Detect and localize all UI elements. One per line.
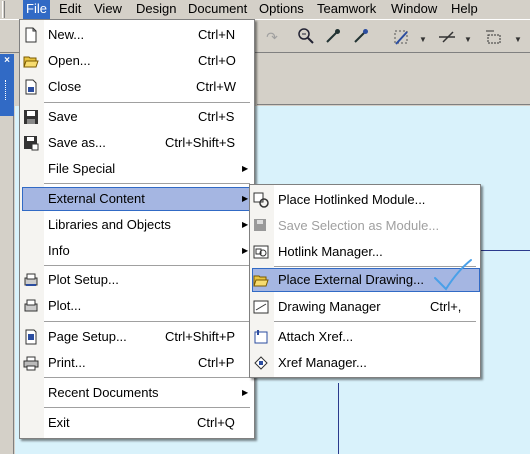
chevron-right-icon: ▶ — [242, 164, 249, 173]
menu-item-save-selection-as-module[interactable]: Save Selection as Module... — [252, 214, 480, 238]
menu-separator — [44, 407, 250, 408]
chevron-down-icon[interactable]: ▼ — [413, 27, 433, 47]
page-setup-icon — [23, 329, 39, 345]
close-document-icon — [23, 79, 39, 95]
menu-view[interactable]: View — [91, 0, 125, 19]
menu-item-file-special[interactable]: File Special ▶ — [22, 157, 254, 181]
menu-separator — [274, 321, 476, 322]
drawing-line — [338, 383, 339, 454]
menu-teamwork[interactable]: Teamwork — [314, 0, 379, 19]
menu-window[interactable]: Window — [388, 0, 440, 19]
plot-icon — [23, 298, 39, 314]
eyedropper-icon[interactable] — [323, 27, 343, 47]
open-folder-icon — [23, 53, 39, 69]
magic-wand-icon[interactable] — [392, 27, 412, 47]
menu-item-close[interactable]: Close Ctrl+W — [22, 75, 254, 99]
save-as-icon — [23, 135, 39, 151]
menu-item-plot-setup[interactable]: Plot Setup... — [22, 268, 254, 292]
attach-xref-icon — [253, 329, 269, 345]
file-menu: New... Ctrl+N Open... Ctrl+O Close Ctrl+… — [19, 19, 255, 439]
plot-setup-icon — [23, 272, 39, 288]
menu-help[interactable]: Help — [448, 0, 481, 19]
menu-separator — [44, 321, 250, 322]
redo-icon[interactable]: ↷ — [262, 27, 282, 47]
save-module-icon — [253, 218, 269, 234]
hotlink-module-icon — [253, 192, 269, 208]
menu-item-exit[interactable]: Exit Ctrl+Q — [22, 411, 254, 435]
print-icon — [23, 355, 39, 371]
inject-icon[interactable] — [351, 27, 371, 47]
menu-item-plot[interactable]: Plot... — [22, 294, 254, 318]
chevron-right-icon: ▶ — [242, 388, 249, 397]
menu-edit[interactable]: Edit — [56, 0, 84, 19]
elevation-icon[interactable] — [484, 27, 504, 47]
open-folder-icon — [253, 272, 269, 288]
new-document-icon — [23, 27, 39, 43]
menu-bar: File Edit View Design Document Options T… — [0, 0, 530, 19]
chevron-right-icon: ▶ — [242, 194, 249, 203]
menu-item-info[interactable]: Info ▶ — [22, 239, 254, 263]
menubar-grip[interactable] — [2, 1, 5, 18]
menu-item-external-content[interactable]: External Content ▶ — [22, 187, 254, 211]
save-icon — [23, 109, 39, 125]
menu-item-place-hotlinked-module[interactable]: Place Hotlinked Module... — [252, 188, 480, 212]
menu-document[interactable]: Document — [185, 0, 250, 19]
menu-file[interactable]: File — [23, 0, 50, 19]
menu-options[interactable]: Options — [256, 0, 307, 19]
menu-item-page-setup[interactable]: Page Setup... Ctrl+Shift+P — [22, 325, 254, 349]
drawing-manager-icon — [253, 299, 269, 315]
menu-item-print[interactable]: Print... Ctrl+P — [22, 351, 254, 375]
menu-item-xref-manager[interactable]: Xref Manager... — [252, 351, 480, 375]
menu-item-recent-documents[interactable]: Recent Documents ▶ — [22, 381, 254, 405]
menu-item-drawing-manager[interactable]: Drawing Manager Ctrl+, — [252, 295, 480, 319]
menu-separator — [44, 102, 250, 103]
menu-design[interactable]: Design — [133, 0, 179, 19]
checkmark-annotation-icon — [434, 259, 472, 291]
close-icon[interactable]: × — [0, 54, 14, 68]
chevron-down-icon[interactable]: ▼ — [508, 27, 528, 47]
menu-separator — [44, 183, 250, 184]
chevron-down-icon[interactable]: ▼ — [458, 27, 478, 47]
menu-item-save-as[interactable]: Save as... Ctrl+Shift+S — [22, 131, 254, 155]
toolbox-strip: × — [0, 54, 14, 454]
menu-item-open[interactable]: Open... Ctrl+O — [22, 49, 254, 73]
menu-item-new[interactable]: New... Ctrl+N — [22, 23, 254, 47]
menu-item-attach-xref[interactable]: Attach Xref... — [252, 325, 480, 349]
drawing-line — [480, 250, 530, 251]
trace-icon[interactable] — [437, 27, 457, 47]
hotlink-manager-icon — [253, 244, 269, 260]
menu-separator — [44, 265, 250, 266]
menu-separator — [44, 377, 250, 378]
menu-item-libraries-and-objects[interactable]: Libraries and Objects ▶ — [22, 213, 254, 237]
chevron-right-icon: ▶ — [242, 220, 249, 229]
chevron-right-icon: ▶ — [242, 246, 249, 255]
zoom-icon[interactable] — [296, 27, 316, 47]
toolbox-title-bar[interactable] — [0, 68, 14, 116]
menu-item-save[interactable]: Save Ctrl+S — [22, 105, 254, 129]
xref-manager-icon — [253, 355, 269, 371]
